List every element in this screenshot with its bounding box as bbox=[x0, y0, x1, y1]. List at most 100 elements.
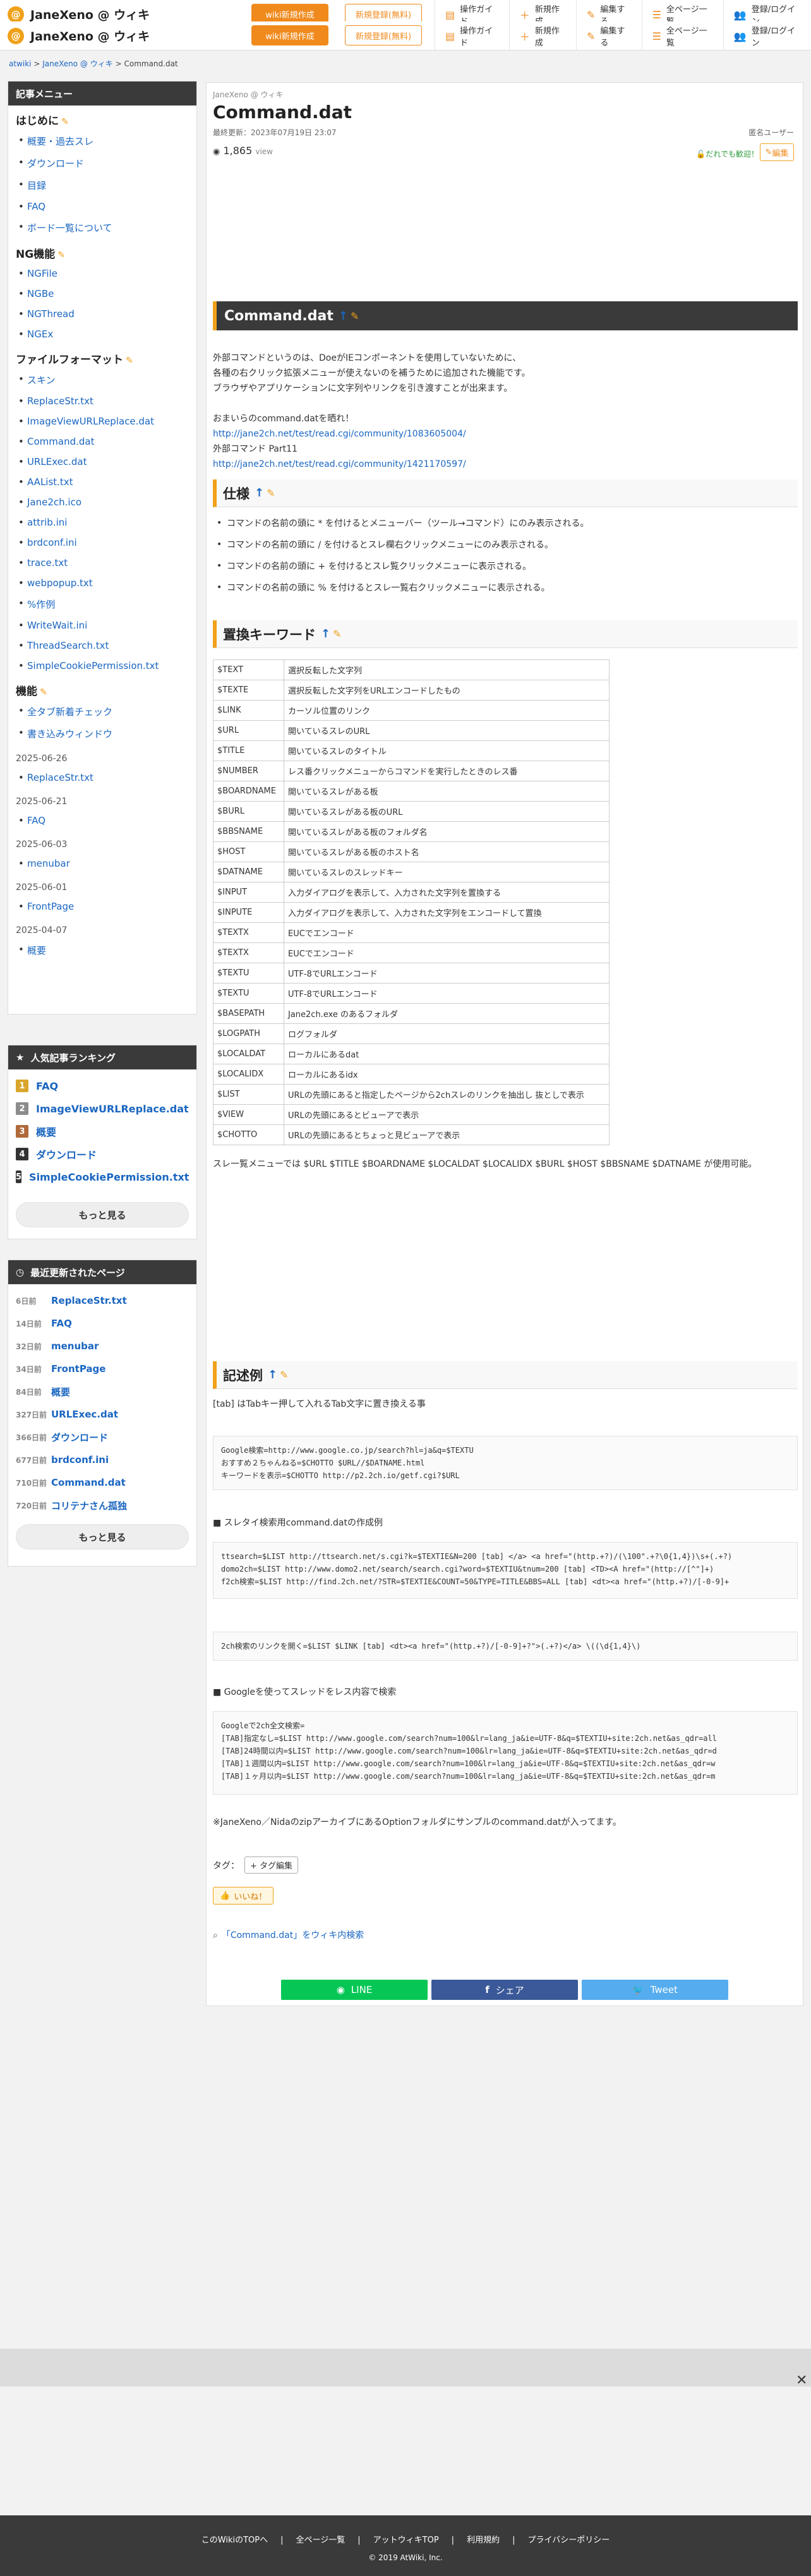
pencil-icon[interactable]: ✎ bbox=[333, 628, 341, 640]
sidebar-item[interactable]: NGEx bbox=[8, 324, 196, 344]
ranking-item[interactable]: 3 概要 bbox=[16, 1120, 189, 1143]
sidebar-item[interactable]: URLExec.dat bbox=[8, 452, 196, 472]
like-button[interactable]: 👍 いいね！ bbox=[213, 1887, 274, 1905]
description-cell: 開いているスレがある板のURL bbox=[284, 801, 610, 822]
update-item[interactable]: FAQ bbox=[8, 810, 196, 831]
sidebar-item[interactable]: ThreadSearch.txt bbox=[8, 635, 196, 656]
ranking-item[interactable]: 2 ImageViewURLReplace.dat bbox=[16, 1097, 189, 1120]
footer-link[interactable]: プライバシーポリシー bbox=[527, 2536, 610, 2545]
nav-new[interactable]: ＋新規作成 bbox=[508, 21, 576, 51]
footer-link[interactable]: 全ページ一覧 bbox=[296, 2536, 345, 2545]
arrow-up-icon[interactable]: ↑ bbox=[339, 310, 348, 323]
pencil-icon[interactable]: ✎ bbox=[126, 356, 133, 366]
keyword-cell: $INPUTE bbox=[213, 902, 284, 923]
ranking-item[interactable]: 1 FAQ bbox=[16, 1074, 189, 1097]
sidebar-item[interactable]: brdconf.ini bbox=[8, 533, 196, 553]
sidebar-item[interactable]: ダウンロード bbox=[8, 152, 196, 174]
sidebar-item[interactable]: ImageViewURLReplace.dat bbox=[8, 411, 196, 431]
nav-all-pages[interactable]: ☰全ページ一覧 bbox=[641, 21, 723, 51]
description-cell: 開いているスレのURL bbox=[284, 720, 610, 741]
sidebar-item[interactable]: SimpleCookiePermission.txt bbox=[8, 656, 196, 676]
section-heading-main: Command.dat ↑ ✎ bbox=[213, 301, 798, 330]
update-item[interactable]: FrontPage bbox=[8, 896, 196, 917]
recent-item[interactable]: 6日前 ReplaceStr.txt bbox=[16, 1289, 189, 1312]
sidebar-item[interactable]: trace.txt bbox=[8, 553, 196, 573]
update-item[interactable]: 概要 bbox=[8, 939, 196, 961]
site-logo[interactable]: @ JaneXeno @ ウィキ bbox=[8, 6, 150, 23]
nav-login[interactable]: 👥登録/ログイン bbox=[723, 21, 811, 51]
pencil-icon[interactable]: ✎ bbox=[267, 487, 275, 499]
sidebar-item[interactable]: NGFile bbox=[8, 263, 196, 284]
sidebar-item[interactable]: 書き込みウィンドウ bbox=[8, 723, 196, 745]
site-logo-sticky[interactable]: @ JaneXeno @ ウィキ bbox=[8, 27, 150, 44]
footer-link[interactable]: アットウィキTOP bbox=[373, 2536, 439, 2545]
breadcrumb-home[interactable]: atwiki bbox=[9, 59, 32, 68]
pencil-icon[interactable]: ✎ bbox=[61, 117, 69, 127]
sidebar-item[interactable]: Jane2ch.ico bbox=[8, 492, 196, 512]
table-row: $URL 開いているスレのURL bbox=[213, 720, 610, 741]
edit-button[interactable]: ✎ 編集 bbox=[760, 143, 794, 161]
sidebar-item[interactable]: FAQ bbox=[8, 196, 196, 217]
sidebar-item[interactable]: AAList.txt bbox=[8, 472, 196, 492]
recent-item[interactable]: 710日前 Command.dat bbox=[16, 1471, 189, 1494]
list-icon: ☰ bbox=[652, 30, 661, 42]
sidebar-item[interactable]: 全タブ新着チェック bbox=[8, 701, 196, 723]
update-item[interactable]: menubar bbox=[8, 853, 196, 874]
wiki-search-link[interactable]: ⌕ 「Command.dat」をウィキ内検索 bbox=[213, 1929, 364, 1941]
sidebar-item[interactable]: スキン bbox=[8, 369, 196, 391]
pencil-icon[interactable]: ✎ bbox=[40, 687, 47, 697]
sidebar-item[interactable]: Command.dat bbox=[8, 431, 196, 452]
sidebar-item[interactable]: 概要・過去スレ bbox=[8, 130, 196, 152]
ranking-item[interactable]: 5 SimpleCookiePermission.txt bbox=[16, 1165, 189, 1188]
sidebar-item[interactable]: 目録 bbox=[8, 174, 196, 196]
recent-more-button[interactable]: もっと見る bbox=[16, 1524, 189, 1550]
pencil-icon[interactable]: ✎ bbox=[280, 1369, 288, 1381]
sidebar-item[interactable]: ReplaceStr.txt bbox=[8, 391, 196, 411]
arrow-up-icon[interactable]: ↑ bbox=[321, 627, 330, 641]
update-list: FrontPage bbox=[8, 896, 196, 917]
share-line-button[interactable]: ◉ LINE bbox=[281, 1980, 428, 2000]
wiki-create-button[interactable]: wiki新規作成 bbox=[251, 25, 328, 45]
tag-edit-button[interactable]: + タグ編集 bbox=[244, 1857, 299, 1874]
close-icon[interactable]: ✕ bbox=[796, 2373, 807, 2388]
arrow-up-icon[interactable]: ↑ bbox=[255, 486, 264, 500]
sidebar-item[interactable]: webpopup.txt bbox=[8, 573, 196, 593]
recent-item[interactable]: 84日前 概要 bbox=[16, 1380, 189, 1403]
footer-link[interactable]: このWikiのTOPへ bbox=[201, 2536, 268, 2545]
intro-link[interactable]: http://jane2ch.net/test/read.cgi/communi… bbox=[213, 457, 531, 472]
intro-line: 各種の右クリック拡張メニューが使えないのを補うために追加された機能です。 bbox=[213, 368, 531, 378]
intro-link[interactable]: http://jane2ch.net/test/read.cgi/communi… bbox=[213, 426, 531, 442]
book-icon: ▤ bbox=[445, 30, 455, 42]
nav-guide[interactable]: ▤操作ガイド bbox=[435, 21, 509, 51]
ranking-more-button[interactable]: もっと見る bbox=[16, 1202, 189, 1227]
breadcrumb-wiki[interactable]: JaneXeno @ ウィキ bbox=[42, 59, 113, 68]
sidebar-list: 全タブ新着チェック書き込みウィンドウ bbox=[8, 701, 196, 745]
sidebar-item[interactable]: %作例 bbox=[8, 593, 196, 615]
plus-icon: ＋ bbox=[519, 9, 530, 21]
share-twitter-button[interactable]: 🐦 Tweet bbox=[582, 1980, 728, 2000]
sidebar-item[interactable]: NGBe bbox=[8, 284, 196, 304]
register-button[interactable]: 新規登録(無料) bbox=[345, 25, 422, 45]
footer-link[interactable]: 利用規約 bbox=[467, 2536, 500, 2545]
ranking-item[interactable]: 4 ダウンロード bbox=[16, 1143, 189, 1165]
book-icon: ▤ bbox=[445, 8, 455, 21]
recent-item[interactable]: 677日前 brdconf.ini bbox=[16, 1448, 189, 1471]
share-facebook-button[interactable]: f シェア bbox=[431, 1980, 578, 2000]
sidebar-item[interactable]: NGThread bbox=[8, 304, 196, 324]
sidebar-list: 概要・過去スレダウンロード目録FAQボード一覧について bbox=[8, 130, 196, 239]
sidebar-item[interactable]: WriteWait.ini bbox=[8, 615, 196, 635]
sidebar-item[interactable]: ボード一覧について bbox=[8, 217, 196, 239]
recent-item[interactable]: 327日前 URLExec.dat bbox=[16, 1403, 189, 1426]
pencil-icon[interactable]: ✎ bbox=[351, 310, 359, 322]
recent-item[interactable]: 34日前 FrontPage bbox=[16, 1357, 189, 1380]
recent-item[interactable]: 32日前 menubar bbox=[16, 1335, 189, 1357]
sidebar-item[interactable]: attrib.ini bbox=[8, 512, 196, 533]
sidebar-section-title: はじめに ✎ bbox=[16, 115, 69, 128]
update-item[interactable]: ReplaceStr.txt bbox=[8, 767, 196, 788]
arrow-up-icon[interactable]: ↑ bbox=[268, 1368, 277, 1381]
nav-edit[interactable]: ✎編集する bbox=[575, 21, 642, 51]
pencil-icon[interactable]: ✎ bbox=[57, 250, 65, 260]
recent-item[interactable]: 14日前 FAQ bbox=[16, 1312, 189, 1335]
recent-item[interactable]: 720日前 コリテナさん孤独 bbox=[16, 1494, 189, 1517]
recent-item[interactable]: 366日前 ダウンロード bbox=[16, 1426, 189, 1448]
